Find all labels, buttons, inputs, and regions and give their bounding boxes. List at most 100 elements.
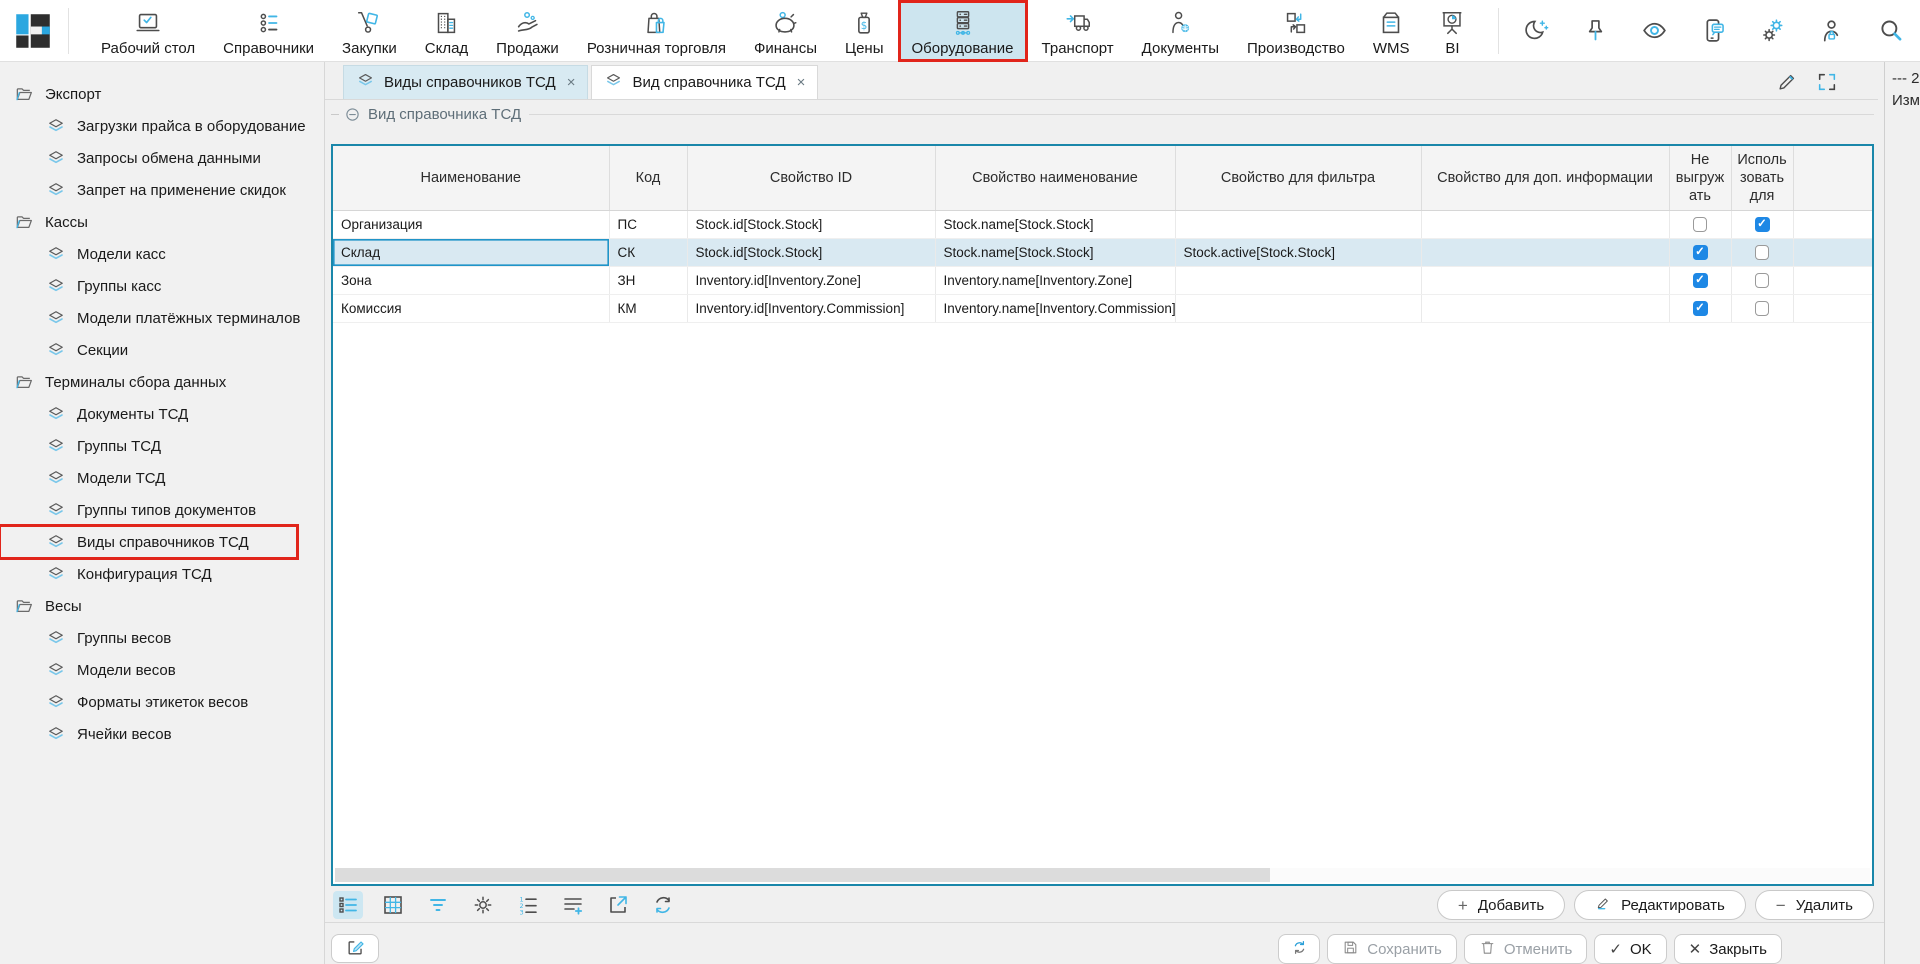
sidebar-item[interactable]: Загрузки прайса в оборудование (0, 110, 324, 142)
not-upload-checkbox[interactable]: ✓ (1693, 301, 1708, 316)
sidebar-item[interactable]: Модели платёжных терминалов (0, 302, 324, 334)
table-row[interactable]: ЗонаЗНInventory.id[Inventory.Zone]Invent… (333, 266, 1872, 294)
toolbar-item-desktop[interactable]: Рабочий стол (87, 0, 209, 62)
column-header[interactable]: Свойство ID (687, 146, 935, 210)
column-header[interactable]: Свойство наименование (935, 146, 1175, 210)
toolbar-item-equipment[interactable]: Оборудование (898, 0, 1028, 62)
column-header[interactable]: Использовать для (1731, 146, 1793, 210)
close-icon[interactable]: × (797, 74, 806, 91)
sidebar-folder[interactable]: Весы (0, 590, 324, 622)
toolbar-item-transport[interactable]: Транспорт (1028, 0, 1128, 62)
close-button[interactable]: ✕Закрыть (1674, 934, 1782, 964)
table-row[interactable]: СкладСКStock.id[Stock.Stock]Stock.name[S… (333, 238, 1872, 266)
use-for-checkbox[interactable] (1755, 273, 1769, 288)
feedback-icon[interactable] (1700, 17, 1727, 44)
use-for-checkbox[interactable] (1755, 301, 1769, 316)
sidebar-item[interactable]: Модели весов (0, 654, 324, 686)
sidebar-folder[interactable]: Терминалы сбора данных (0, 366, 324, 398)
sidebar-item-label: Конфигурация ТСД (77, 566, 212, 583)
settings-icon[interactable] (1759, 17, 1786, 44)
night-mode-icon[interactable] (1523, 17, 1550, 44)
toolbar-item-catalogs[interactable]: Справочники (209, 0, 328, 62)
sidebar-item[interactable]: Ячейки весов (0, 718, 324, 750)
view-list-icon[interactable] (333, 891, 363, 919)
filter-icon[interactable] (423, 891, 453, 919)
sidebar-folder[interactable]: Экспорт (0, 78, 324, 110)
sidebar-item[interactable]: Модели касс (0, 238, 324, 270)
cell: Inventory.name[Inventory.Commission] (935, 294, 1175, 322)
column-header[interactable]: Не выгружать (1669, 146, 1731, 210)
ok-button[interactable]: ✓OK (1594, 934, 1666, 964)
sidebar-item[interactable]: Форматы этикеток весов (0, 686, 324, 718)
delete-button[interactable]: −Удалить (1755, 890, 1874, 920)
sidebar-item[interactable]: Группы весов (0, 622, 324, 654)
toolbar-item-warehouse[interactable]: Склад (411, 0, 482, 62)
use-for-checkbox[interactable]: ✓ (1755, 217, 1770, 232)
not-upload-checkbox[interactable]: ✓ (1693, 245, 1708, 260)
sidebar-item[interactable]: Секции (0, 334, 324, 366)
close-icon[interactable]: × (567, 74, 576, 91)
sidebar-item[interactable]: Модели ТСД (0, 462, 324, 494)
refresh-button[interactable] (1278, 934, 1320, 964)
cancel-button[interactable]: Отменить (1464, 934, 1588, 964)
wms-icon (1376, 7, 1406, 39)
save-button[interactable]: Сохранить (1327, 934, 1457, 964)
column-header[interactable]: Свойство для доп. информации (1421, 146, 1669, 210)
edit-button[interactable]: Редактировать (1574, 890, 1746, 920)
column-header[interactable]: Код (609, 146, 687, 210)
sidebar-item[interactable]: Виды справочников ТСД (0, 526, 297, 558)
numbered-list-icon[interactable]: 123 (513, 891, 543, 919)
horizontal-scrollbar[interactable] (335, 868, 1270, 882)
not-upload-checkbox[interactable]: ✓ (1693, 273, 1708, 288)
sidebar-item-label: Загрузки прайса в оборудование (77, 118, 306, 135)
pin-icon[interactable] (1582, 17, 1609, 44)
table-row[interactable]: КомиссияКМInventory.id[Inventory.Commiss… (333, 294, 1872, 322)
expand-icon[interactable] (1816, 71, 1838, 93)
toolbar-item-retail[interactable]: Розничная торговля (573, 0, 740, 62)
toolbar-item-label: Рабочий стол (101, 40, 195, 57)
toolbar-item-prices[interactable]: $Цены (831, 0, 898, 62)
table-settings-icon[interactable] (468, 891, 498, 919)
tab-vidy-spravochnikov-tsd[interactable]: Виды справочников ТСД × (343, 65, 588, 99)
search-icon[interactable] (1877, 17, 1904, 44)
use-for-checkbox[interactable] (1755, 245, 1769, 260)
save-icon (1342, 939, 1359, 960)
compose-button[interactable] (331, 934, 379, 963)
toolbar-item-purchases[interactable]: Закупки (328, 0, 411, 62)
sidebar-item[interactable]: Запросы обмена данными (0, 142, 324, 174)
reload-icon[interactable] (648, 891, 678, 919)
toolbar-item-sales[interactable]: Продажи (482, 0, 573, 62)
sidebar-folder[interactable]: Кассы (0, 206, 324, 238)
edit-pencil-icon[interactable] (1776, 71, 1798, 93)
table-row[interactable]: ОрганизацияПСStock.id[Stock.Stock]Stock.… (333, 210, 1872, 238)
trash-icon (1479, 939, 1496, 960)
layers-icon (46, 660, 66, 680)
toolbar-item-label: Транспорт (1042, 40, 1114, 57)
add-button[interactable]: +Добавить (1437, 890, 1565, 920)
column-header[interactable]: Свойство для фильтра (1175, 146, 1421, 210)
cell (1731, 294, 1793, 322)
sidebar-item[interactable]: Группы ТСД (0, 430, 324, 462)
tab-vid-spravochnika-tsd[interactable]: Вид справочника ТСД × (591, 65, 818, 99)
toolbar-item-bi[interactable]: BI (1423, 0, 1481, 62)
toolbar-item-documents[interactable]: Документы (1128, 0, 1233, 62)
toolbar-item-finance[interactable]: Финансы (740, 0, 831, 62)
user-lock-icon[interactable] (1818, 17, 1845, 44)
sales-icon (513, 7, 543, 39)
column-header[interactable] (1793, 146, 1872, 210)
toolbar-item-wms[interactable]: WMS (1359, 0, 1424, 62)
sidebar-item[interactable]: Документы ТСД (0, 398, 324, 430)
not-upload-checkbox[interactable] (1693, 217, 1707, 232)
sidebar-item[interactable]: Запрет на применение скидок (0, 174, 324, 206)
sidebar-item[interactable]: Конфигурация ТСД (0, 558, 324, 590)
collapse-icon[interactable] (345, 107, 360, 122)
column-header[interactable]: Наименование (333, 146, 609, 210)
sidebar-item[interactable]: Группы касс (0, 270, 324, 302)
toolbar-item-production[interactable]: Производство (1233, 0, 1359, 62)
tab-label: Виды справочников ТСД (384, 74, 556, 91)
sidebar-item[interactable]: Группы типов документов (0, 494, 324, 526)
add-rows-icon[interactable] (558, 891, 588, 919)
eye-icon[interactable] (1641, 17, 1668, 44)
open-in-window-icon[interactable] (603, 891, 633, 919)
view-grid-icon[interactable] (378, 891, 408, 919)
